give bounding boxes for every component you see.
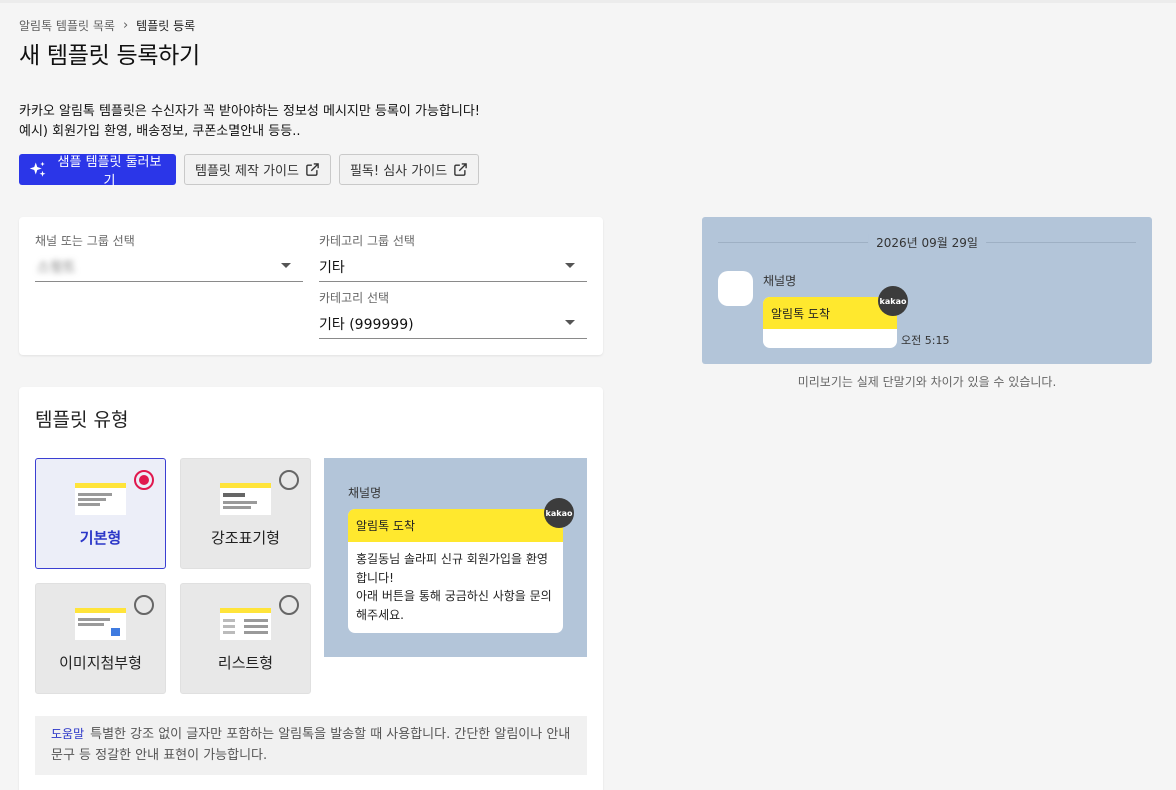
- breadcrumb-parent-link[interactable]: 알림톡 템플릿 목록: [19, 17, 115, 34]
- chevron-down-icon: [565, 263, 575, 268]
- type-option-image-label: 이미지첨부형: [59, 654, 142, 672]
- chevron-down-icon: [281, 263, 291, 268]
- type-option-image[interactable]: 이미지첨부형: [35, 583, 166, 694]
- review-guide-label: 필독! 심사 가이드: [349, 164, 448, 179]
- intro-line-2: 예시) 회원가입 환영, 배송정보, 쿠폰소멸안내 등등..: [19, 124, 301, 139]
- type-preview-body-line: 홍길동님 솔라피 신규 회원가입을 환영: [356, 552, 548, 566]
- type-preview-body-line: 아래 버튼을 통해 궁금하신 사항을 문의: [356, 589, 552, 603]
- type-preview-header: 알림톡 도착: [348, 509, 563, 542]
- radio-basic-selected[interactable]: [134, 470, 154, 490]
- emphasis-type-thumbnail-icon: [220, 483, 271, 515]
- sample-templates-label: 샘플 템플릿 둘러보기: [57, 154, 162, 189]
- kakao-badge-icon: kakao: [878, 286, 908, 316]
- intro-line-1: 카카오 알림톡 템플릿은 수신자가 꼭 받아야하는 정보성 메시지만 등록이 가…: [19, 104, 481, 119]
- channel-select-label: 채널 또는 그룹 선택: [35, 234, 135, 248]
- page-title: 새 템플릿 등록하기: [19, 43, 200, 69]
- breadcrumb: 알림톡 템플릿 목록 › 템플릿 등록: [19, 17, 195, 34]
- radio-list[interactable]: [279, 595, 299, 615]
- breadcrumb-current: 템플릿 등록: [136, 19, 196, 33]
- type-option-basic[interactable]: 기본형: [35, 458, 166, 569]
- sparkle-icon: [29, 161, 46, 177]
- channel-category-card: 채널 또는 그룹 선택 스윗트 카테고리 그룹 선택 기타 카테고리 선택 기타…: [19, 217, 603, 355]
- basic-type-thumbnail-icon: [75, 483, 126, 515]
- channel-select-value: 스윗트: [37, 260, 76, 276]
- category-group-select-label: 카테고리 그룹 선택: [319, 234, 415, 248]
- preview-date: 2026년 09월 29일: [868, 234, 986, 251]
- image-type-thumbnail-icon: [75, 608, 126, 640]
- preview-bubble: 알림톡 도착: [763, 297, 897, 348]
- help-tag: 도움말: [51, 727, 85, 741]
- top-divider: [0, 0, 1176, 3]
- preview-bubble-header: 알림톡 도착: [763, 297, 897, 329]
- kakao-badge-icon: kakao: [544, 498, 574, 528]
- list-type-thumbnail-icon: [220, 608, 271, 640]
- type-preview-body-line: 합니다!: [356, 570, 394, 585]
- category-select-value: 기타 (999999): [319, 317, 414, 333]
- radio-emphasis[interactable]: [279, 470, 299, 490]
- type-option-basic-label: 기본형: [79, 529, 122, 547]
- preview-channel-name: 채널명: [763, 274, 797, 288]
- radio-image[interactable]: [134, 595, 154, 615]
- category-select-label: 카테고리 선택: [319, 291, 390, 305]
- review-guide-button[interactable]: 필독! 심사 가이드: [338, 154, 480, 185]
- breadcrumb-separator-icon: ›: [122, 18, 129, 33]
- intro-text: 카카오 알림톡 템플릿은 수신자가 꼭 받아야하는 정보성 메시지만 등록이 가…: [19, 102, 480, 142]
- type-option-emphasis-label: 강조표기형: [210, 529, 280, 547]
- message-preview-panel: 2026년 09월 29일 채널명 알림톡 도착 kakao 오전 5:15: [702, 217, 1152, 364]
- type-option-list[interactable]: 리스트형: [180, 583, 311, 694]
- channel-avatar: [718, 271, 753, 306]
- external-link-icon: [454, 163, 467, 176]
- type-option-emphasis[interactable]: 강조표기형: [180, 458, 311, 569]
- template-type-card: 템플릿 유형 기본형 강조표기형 이미지첨부형 리스트형 채널명 알림톡 도착 …: [19, 387, 603, 790]
- guide-button-row: 샘플 템플릿 둘러보기 템플릿 제작 가이드 필독! 심사 가이드: [19, 154, 480, 189]
- category-select-field[interactable]: 기타 (999999): [319, 310, 587, 339]
- chevron-down-icon: [565, 320, 575, 325]
- help-box: 도움말 특별한 강조 없이 글자만 포함하는 알림톡을 발송할 때 사용합니다. …: [35, 716, 587, 775]
- preview-disclaimer: 미리보기는 실제 단말기와 차이가 있을 수 있습니다.: [797, 375, 1057, 389]
- type-preview-panel: 채널명 알림톡 도착 홍길동님 솔라피 신규 회원가입을 환영 합니다! 아래 …: [324, 458, 587, 657]
- channel-select-field[interactable]: 스윗트: [35, 253, 303, 282]
- external-link-icon: [306, 163, 319, 176]
- category-group-select-field[interactable]: 기타: [319, 253, 587, 282]
- category-group-select-value: 기타: [319, 260, 345, 276]
- type-preview-bubble: 알림톡 도착 홍길동님 솔라피 신규 회원가입을 환영 합니다! 아래 버튼을 …: [348, 509, 563, 633]
- type-preview-body-line: 해주세요.: [356, 607, 404, 622]
- template-guide-button[interactable]: 템플릿 제작 가이드: [184, 154, 331, 185]
- sample-templates-button[interactable]: 샘플 템플릿 둘러보기: [19, 154, 176, 189]
- type-option-list-label: 리스트형: [217, 654, 274, 672]
- help-text: 특별한 강조 없이 글자만 포함하는 알림톡을 발송할 때 사용합니다. 간단한…: [51, 727, 571, 763]
- preview-time: 오전 5:15: [901, 334, 950, 347]
- type-preview-body: 홍길동님 솔라피 신규 회원가입을 환영 합니다! 아래 버튼을 통해 궁금하신…: [348, 542, 563, 632]
- template-guide-label: 템플릿 제작 가이드: [195, 164, 299, 179]
- type-preview-channel-name: 채널명: [348, 486, 382, 500]
- template-type-title: 템플릿 유형: [35, 409, 129, 431]
